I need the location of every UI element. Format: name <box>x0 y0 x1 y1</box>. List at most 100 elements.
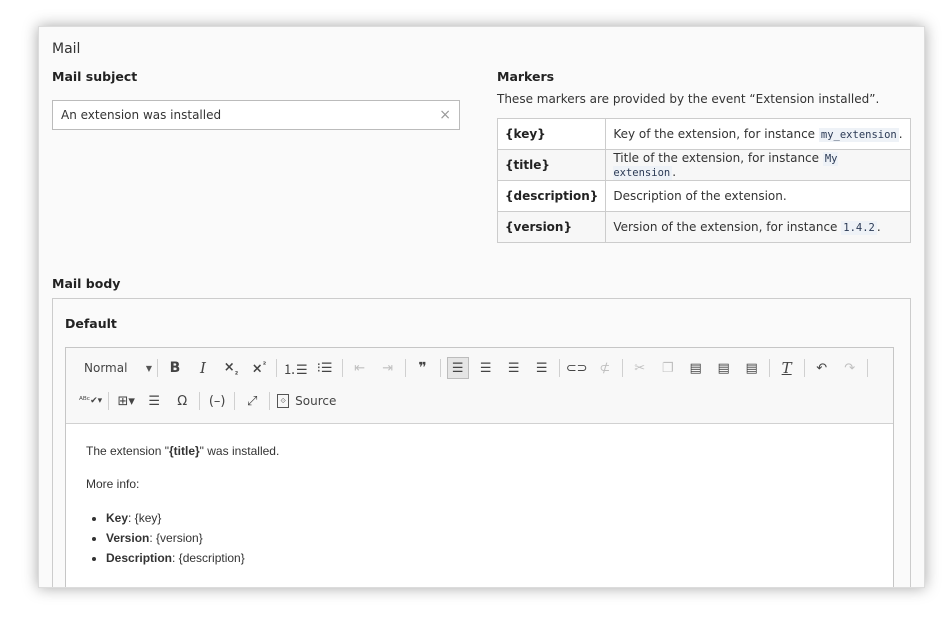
content-paragraph: The extension "{title}" was installed. <box>86 444 279 458</box>
undo-button[interactable]: ↶ <box>811 357 833 379</box>
quote-icon: ❞ <box>418 360 427 376</box>
remove-format-button[interactable]: T <box>776 357 798 379</box>
align-right-icon: ☰ <box>507 360 520 376</box>
list-item: Key: {key} <box>106 508 245 528</box>
paste-word-button[interactable]: ▤ <box>741 357 763 379</box>
rich-text-editor: Normal ▼ B I ×₂ ×² ⒈☰ ⁝☰ ⇤ ⇥ ❞ ☰ ☰ ☰ ☰ ⊂… <box>65 347 894 587</box>
source-button[interactable]: ⟐ Source <box>273 390 340 412</box>
toolbar-separator <box>157 359 158 377</box>
markers-table: {key} Key of the extension, for instance… <box>496 118 911 243</box>
markers-title: Markers <box>497 69 555 84</box>
paste-button[interactable]: ▤ <box>685 357 707 379</box>
toolbar-separator <box>276 359 277 377</box>
mail-subject-label: Mail subject <box>52 69 138 84</box>
chevron-down-icon: ▼ <box>145 363 152 373</box>
source-icon: ⟐ <box>277 394 290 408</box>
align-left-button[interactable]: ☰ <box>446 357 469 379</box>
clear-icon[interactable]: × <box>439 107 451 123</box>
marker-suffix: . <box>876 220 881 234</box>
toolbar-separator <box>803 359 805 377</box>
copy-button[interactable]: ❐ <box>657 357 679 379</box>
horizontal-rule-button[interactable]: ☰ <box>143 390 165 412</box>
align-center-button[interactable]: ☰ <box>475 357 497 379</box>
soft-hyphen-icon: (–) <box>208 393 226 409</box>
marker-suffix: . <box>672 165 677 179</box>
marker-key: {version} <box>496 211 607 243</box>
source-button-label: Source <box>295 394 337 408</box>
content-list: Key: {key} Version: {version} Descriptio… <box>86 508 245 568</box>
marker-text: Description of the extension. <box>613 189 787 203</box>
undo-icon: ↶ <box>816 360 828 376</box>
bulleted-list-icon: ⁝☰ <box>316 360 333 376</box>
toolbar-separator <box>341 359 343 377</box>
outdent-button[interactable]: ⇤ <box>349 357 371 379</box>
toolbar-separator <box>439 359 441 377</box>
subscript-button[interactable]: ×₂ <box>220 357 242 379</box>
indent-button[interactable]: ⇥ <box>377 357 399 379</box>
mail-body-section: Default Normal ▼ B I ×₂ ×² ⒈☰ ⁝☰ ⇤ ⇥ ❞ ☰… <box>52 298 911 587</box>
redo-icon: ↷ <box>844 360 856 376</box>
align-left-icon: ☰ <box>451 360 464 376</box>
redo-button[interactable]: ↷ <box>839 357 861 379</box>
editor-toolbar: Normal ▼ B I ×₂ ×² ⒈☰ ⁝☰ ⇤ ⇥ ❞ ☰ ☰ ☰ ☰ ⊂… <box>66 348 893 424</box>
toolbar-separator <box>199 392 201 410</box>
clipboard-text-icon: ▤ <box>717 360 730 376</box>
superscript-icon: ×² <box>251 359 267 377</box>
marker-text: Key of the extension, for instance <box>613 127 819 141</box>
mail-body-label: Mail body <box>52 276 121 291</box>
blockquote-button[interactable]: ❞ <box>412 357 434 379</box>
marker-text: Title of the extension, for instance <box>613 151 823 165</box>
justify-button[interactable]: ☰ <box>531 357 553 379</box>
unlink-button[interactable]: ⊄ <box>594 357 616 379</box>
list-item-value: : {description} <box>172 551 245 565</box>
toolbar-separator <box>621 359 623 377</box>
format-dropdown-value: Normal <box>84 361 128 375</box>
marker-suffix: . <box>898 127 903 141</box>
maximize-button[interactable]: ⤢ <box>241 390 263 412</box>
soft-hyphen-button[interactable]: (–) <box>206 390 228 412</box>
mail-panel: Mail Mail subject An extension was insta… <box>38 26 925 588</box>
table-button[interactable]: ⊞▾ <box>115 390 137 412</box>
special-char-button[interactable]: Ω <box>171 390 193 412</box>
toolbar-separator <box>234 392 236 410</box>
list-item: Version: {version} <box>106 528 245 548</box>
marker-text: Version of the extension, for instance <box>613 220 842 234</box>
bulleted-list-button[interactable]: ⁝☰ <box>314 357 336 379</box>
marker-key: {description} <box>496 180 607 212</box>
numbered-list-button[interactable]: ⒈☰ <box>283 357 308 379</box>
clipboard-word-icon: ▤ <box>745 360 758 376</box>
link-button[interactable]: ⊂⊃ <box>566 357 588 379</box>
mail-subject-input[interactable]: An extension was installed × <box>52 100 460 130</box>
unlink-icon: ⊄ <box>599 360 611 376</box>
list-item-value: : {version} <box>149 531 203 545</box>
content-bold: {title} <box>168 444 200 458</box>
content-paragraph: More info: <box>86 477 140 491</box>
spellcheck-icon: ᴬᴮᶜ✔▾ <box>79 396 103 406</box>
link-icon: ⊂⊃ <box>565 360 588 376</box>
align-right-button[interactable]: ☰ <box>503 357 525 379</box>
markers-description: These markers are provided by the event … <box>497 92 880 106</box>
mail-subject-value[interactable]: An extension was installed <box>61 108 439 122</box>
italic-button[interactable]: I <box>192 357 214 379</box>
paste-text-button[interactable]: ▤ <box>713 357 735 379</box>
table-icon: ⊞▾ <box>117 393 135 409</box>
superscript-button[interactable]: ×² <box>248 357 270 379</box>
subscript-icon: ×₂ <box>223 359 239 377</box>
marker-desc: Description of the extension. <box>605 180 911 212</box>
table-row: {title} Title of the extension, for inst… <box>496 149 911 181</box>
table-row: {version} Version of the extension, for … <box>496 211 911 243</box>
indent-icon: ⇥ <box>382 360 394 376</box>
marker-desc: Title of the extension, for instance My … <box>605 149 911 181</box>
panel-title: Mail <box>52 41 81 57</box>
spellcheck-button[interactable]: ᴬᴮᶜ✔▾ <box>79 390 102 412</box>
toolbar-separator <box>404 359 406 377</box>
default-section-title: Default <box>65 316 117 331</box>
scissors-icon: ✂ <box>634 360 646 376</box>
clipboard-icon: ▤ <box>689 360 702 376</box>
toolbar-separator <box>768 359 770 377</box>
format-dropdown[interactable]: Normal ▼ <box>76 357 154 379</box>
bold-button[interactable]: B <box>164 357 186 379</box>
list-item: Description: {description} <box>106 548 245 568</box>
maximize-icon: ⤢ <box>246 393 258 409</box>
cut-button[interactable]: ✂ <box>629 357 651 379</box>
